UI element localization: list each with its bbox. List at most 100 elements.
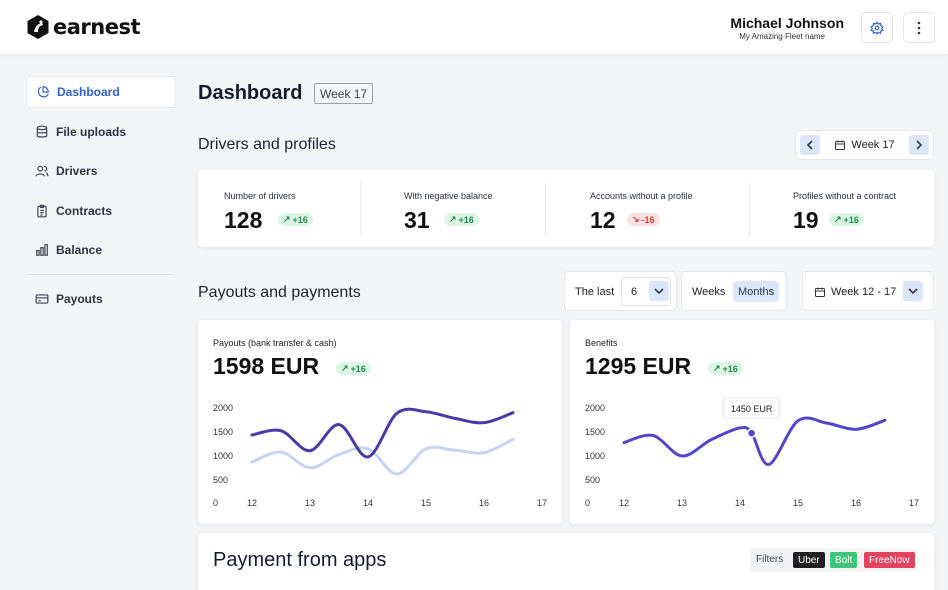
- delta-value: +16: [292, 214, 308, 225]
- user-name[interactable]: Michael Johnson: [730, 15, 844, 31]
- calendar-icon: [815, 287, 825, 297]
- series-line: [250, 407, 515, 459]
- payouts-line-chart: 2000 1500 1000 500 0 12 13 14 15 16 17: [213, 403, 547, 508]
- driver-stats-card: Number of drivers 128 ↗ +16 With negative…: [198, 170, 934, 247]
- sidebar-item-label: Payouts: [56, 291, 103, 306]
- benefits-chart-card: Benefits 1295 EUR ↗ +16 2000 1500 1000 500 0 1…: [570, 320, 934, 524]
- stat-divider: [360, 182, 361, 235]
- more-menu-button[interactable]: [903, 12, 935, 43]
- y-tick-label: 500: [585, 475, 600, 485]
- bar-chart-icon: [36, 244, 48, 256]
- calendar-icon: [835, 140, 846, 150]
- x-tick-label: 13: [305, 498, 315, 508]
- week-navigator: Week 17: [795, 130, 934, 160]
- y-tick-label: 1500: [213, 427, 233, 437]
- series-line: [622, 416, 887, 466]
- sidebar-item-balance[interactable]: Balance: [26, 234, 176, 266]
- hover-point[interactable]: [746, 428, 757, 438]
- earnest-logo-icon: [27, 15, 49, 39]
- section-title-drivers: Drivers and profiles: [198, 136, 336, 153]
- x-tick-label: 12: [247, 498, 257, 508]
- filters-label: Filters: [756, 554, 784, 565]
- sidebar-item-file-uploads[interactable]: File uploads: [26, 116, 176, 148]
- stat-value: 31: [404, 207, 430, 233]
- pie-chart-icon: [37, 86, 49, 98]
- sidebar-item-dashboard[interactable]: Dashboard: [26, 76, 176, 108]
- stat-label: With negative balance: [404, 191, 493, 201]
- dropdown-toggle[interactable]: [649, 281, 669, 301]
- x-tick-label: 12: [619, 498, 629, 508]
- x-tick-label: 14: [363, 498, 373, 508]
- logo[interactable]: earnest: [26, 14, 141, 40]
- arrow-down-right-icon: ↘: [632, 214, 640, 224]
- x-tick-label: 16: [851, 498, 861, 508]
- stat-value: 12: [590, 207, 616, 233]
- series-line: [250, 437, 515, 476]
- sidebar-item-payouts[interactable]: Payouts: [26, 283, 176, 315]
- chevron-down-icon: [908, 288, 918, 295]
- x-tick-label: 14: [735, 498, 745, 508]
- clipboard-icon: [37, 204, 47, 217]
- arrow-up-right-icon: ↗: [834, 214, 842, 224]
- period-prefix-label: The last: [575, 286, 615, 298]
- filter-pill-bolt[interactable]: Bolt: [830, 552, 858, 568]
- period-unit-toggle: Weeks Months: [681, 271, 787, 311]
- database-icon: [36, 125, 48, 138]
- week-range-filter: Week 12 - 17: [802, 271, 934, 311]
- page-title: Dashboard: [198, 82, 303, 104]
- user-org: My Amazing Fleet name: [739, 32, 825, 41]
- x-tick-label: 15: [793, 498, 803, 508]
- sidebar-item-label: Drivers: [56, 164, 98, 178]
- stat-divider: [545, 182, 546, 235]
- x-tick-label: 13: [677, 498, 687, 508]
- credit-card-icon: [35, 293, 49, 304]
- delta-badge: ↗ +16: [829, 213, 864, 226]
- filter-pill-uber[interactable]: Uber: [793, 552, 825, 568]
- sidebar-item-drivers[interactable]: Drivers: [26, 155, 176, 187]
- week-range-value[interactable]: Week 12 - 17: [831, 286, 896, 298]
- next-week-button[interactable]: [909, 135, 929, 155]
- x-tick-label: 16: [479, 498, 489, 508]
- delta-value: +16: [843, 214, 859, 225]
- gear-icon: [870, 20, 884, 35]
- users-icon: [35, 165, 49, 177]
- section-title-payouts: Payouts and payments: [198, 284, 361, 301]
- y-tick-label: 0: [585, 498, 590, 508]
- sidebar-item-contracts[interactable]: Contracts: [26, 195, 176, 227]
- chevron-right-icon: [916, 140, 923, 150]
- stat-value: 128: [224, 207, 263, 233]
- week-nav-label: Week 17: [820, 139, 909, 151]
- unit-option-months[interactable]: Months: [733, 281, 780, 302]
- sidebar-item-label: Balance: [56, 243, 103, 257]
- delta-badge: ↗ +16: [278, 213, 313, 226]
- period-count-select[interactable]: 6: [621, 277, 671, 306]
- week-range-dropdown-toggle[interactable]: [903, 281, 923, 301]
- x-tick-label: 17: [909, 498, 919, 508]
- sidebar-divider: [26, 273, 174, 275]
- sidebar-item-label: Contracts: [56, 203, 113, 218]
- week-nav-text: Week 17: [851, 139, 895, 151]
- app-filters: Filters Uber Bolt FreeNow: [750, 549, 917, 571]
- period-count-filter: The last 6: [564, 271, 677, 311]
- sidebar-item-label: File uploads: [56, 124, 127, 139]
- stat-label: Accounts without a profile: [590, 191, 693, 201]
- logo-text: earnest: [53, 15, 141, 39]
- tooltip-text: 1450 EUR: [731, 404, 773, 414]
- y-tick-label: 1000: [213, 451, 233, 461]
- stat-divider: [749, 182, 750, 235]
- delta-badge: ↘ -16: [627, 213, 660, 226]
- settings-button[interactable]: [861, 12, 893, 43]
- y-tick-label: 500: [213, 475, 228, 485]
- previous-week-button[interactable]: [800, 135, 820, 155]
- filter-pill-freenow[interactable]: FreeNow: [864, 552, 915, 568]
- y-tick-label: 0: [213, 498, 218, 508]
- y-tick-label: 2000: [213, 403, 233, 413]
- unit-option-weeks[interactable]: Weeks: [687, 281, 730, 302]
- x-tick-label: 17: [537, 498, 547, 508]
- payouts-chart-card: Payouts (bank transfer & cash) 1598 EUR …: [198, 320, 562, 524]
- stat-label: Number of drivers: [224, 191, 296, 201]
- delta-badge: ↗ +16: [444, 213, 479, 226]
- week-chip: Week 17: [314, 83, 374, 104]
- arrow-up-right-icon: ↗: [283, 214, 291, 224]
- x-tick-label: 15: [421, 498, 431, 508]
